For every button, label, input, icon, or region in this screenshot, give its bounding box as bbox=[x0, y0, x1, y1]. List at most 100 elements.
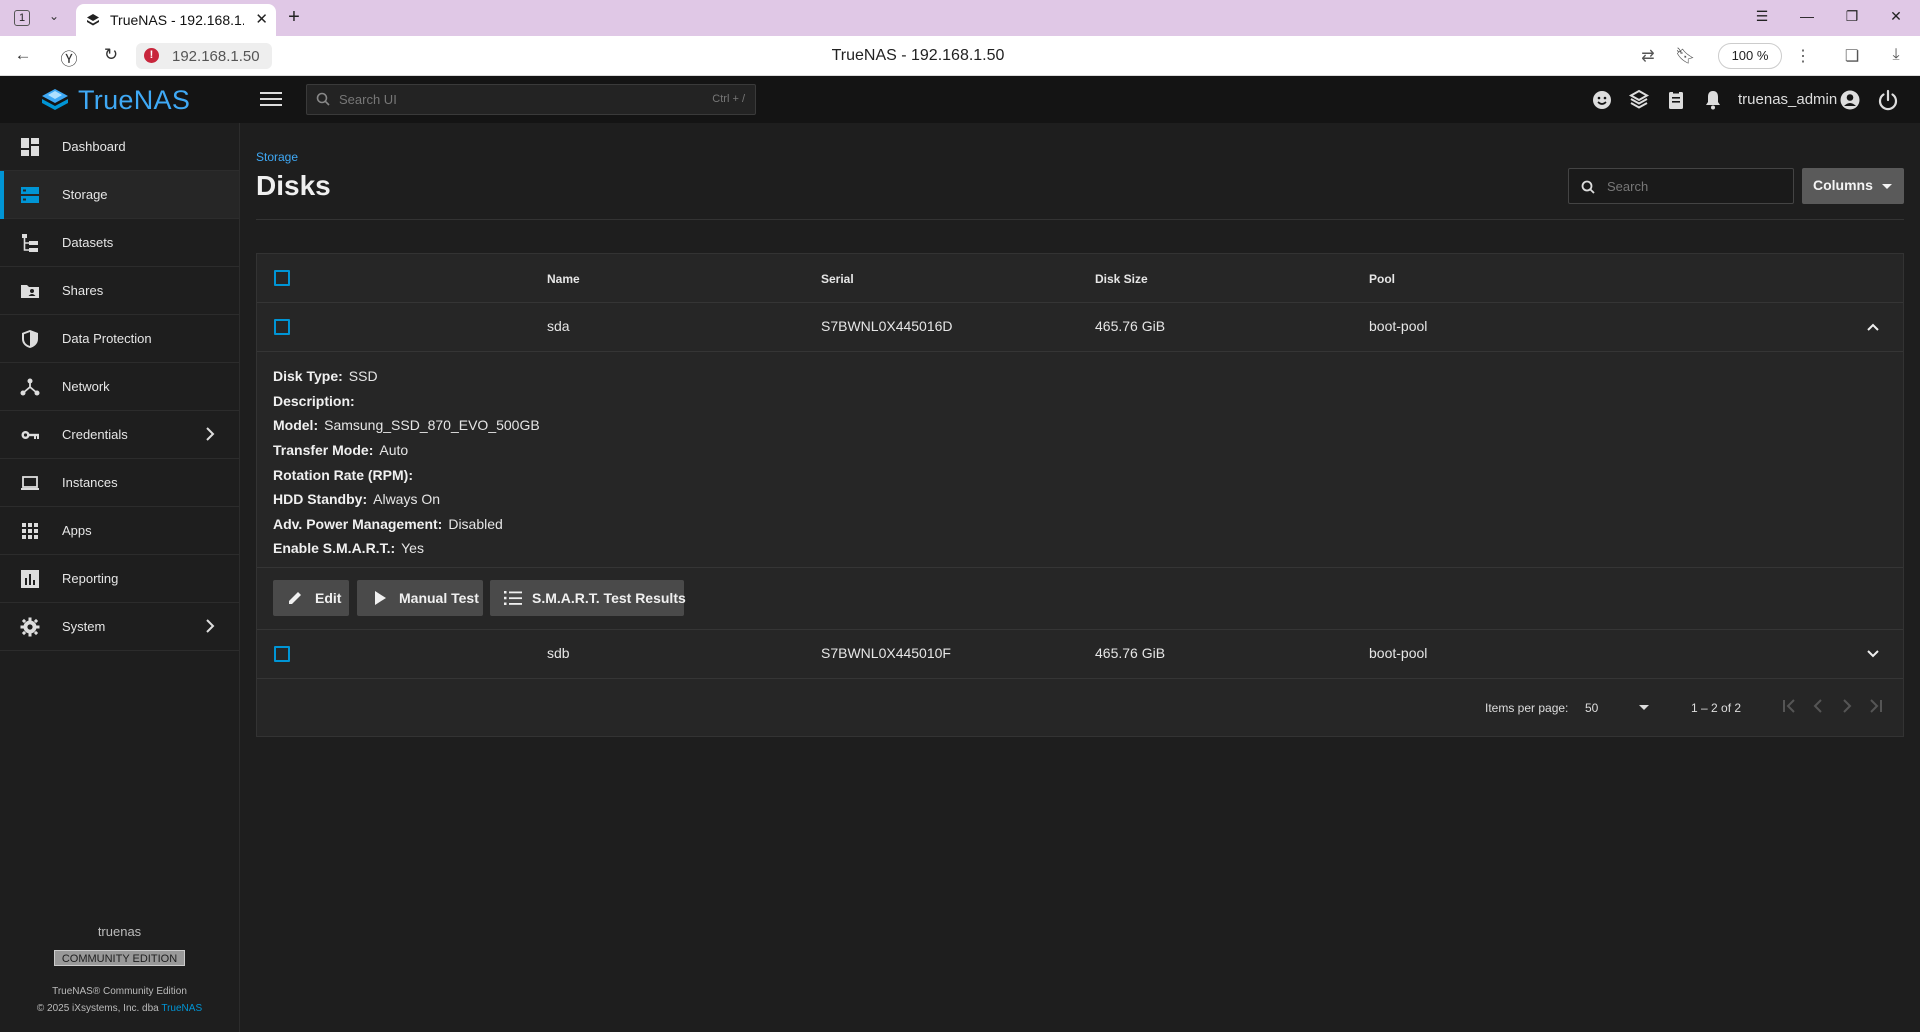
truecommand-icon[interactable] bbox=[1627, 88, 1651, 112]
download-icon[interactable]: ⤓ bbox=[1886, 46, 1906, 64]
row-divider bbox=[257, 678, 1903, 679]
manual-test-button[interactable]: Manual Test bbox=[357, 580, 483, 616]
tab-count-badge[interactable]: 1 bbox=[14, 10, 30, 26]
detail-label: Adv. Power Management: bbox=[273, 516, 443, 532]
detail-description: Description: bbox=[273, 393, 361, 409]
edit-label: Edit bbox=[315, 590, 342, 606]
minimize-icon[interactable]: — bbox=[1797, 8, 1817, 24]
columns-label: Columns bbox=[1813, 177, 1873, 193]
detail-label: Enable S.M.A.R.T.: bbox=[273, 540, 396, 556]
detail-label: Model: bbox=[273, 417, 319, 433]
translate-icon[interactable]: ⇄ bbox=[1638, 46, 1658, 66]
feedback-smiley-icon[interactable] bbox=[1590, 88, 1614, 112]
detail-value: Auto bbox=[379, 442, 409, 458]
sidebar-item-system[interactable]: System bbox=[0, 603, 239, 651]
smart-test-results-button[interactable]: S.M.A.R.T. Test Results bbox=[490, 580, 686, 616]
username-label[interactable]: truenas_admin bbox=[1738, 91, 1837, 108]
bookmark-icon[interactable]: 🔖︎ bbox=[1675, 46, 1695, 66]
detail-label: Disk Type: bbox=[273, 368, 343, 384]
cell-serial: S7BWNL0X445010F bbox=[821, 645, 951, 661]
disk-search-input[interactable]: Search bbox=[1568, 168, 1794, 204]
browser-tab[interactable]: TrueNAS - 192.168.1.50 ✕ bbox=[76, 4, 276, 36]
sidebar-item-label: Network bbox=[62, 379, 110, 394]
pagination-range: 1 – 2 of 2 bbox=[1691, 701, 1742, 715]
close-window-icon[interactable]: ✕ bbox=[1886, 8, 1906, 25]
notifications-bell-icon[interactable] bbox=[1701, 88, 1725, 112]
first-page-icon[interactable] bbox=[1777, 694, 1801, 718]
more-options-icon[interactable]: ⋮ bbox=[1793, 46, 1813, 66]
sidebar-item-network[interactable]: Network bbox=[0, 363, 239, 411]
sidebar: Dashboard Storage Datasets Shares Data P… bbox=[0, 123, 240, 1032]
sidebar-item-instances[interactable]: Instances bbox=[0, 459, 239, 507]
sidebar-item-credentials[interactable]: Credentials bbox=[0, 411, 239, 459]
laptop-icon bbox=[21, 476, 39, 490]
tab-close-icon[interactable]: ✕ bbox=[255, 10, 268, 28]
previous-page-icon[interactable] bbox=[1806, 694, 1830, 718]
cell-pool: boot-pool bbox=[1369, 645, 1428, 661]
columns-button[interactable]: Columns bbox=[1802, 168, 1904, 204]
items-per-page-select[interactable]: 50 bbox=[1585, 697, 1653, 719]
detail-adv-power-management: Adv. Power Management: Disabled bbox=[273, 516, 503, 532]
zoom-value: 100 % bbox=[1731, 48, 1769, 63]
sidebar-item-label: Reporting bbox=[62, 571, 119, 586]
sidebar-item-reporting[interactable]: Reporting bbox=[0, 555, 239, 603]
sidebar-item-storage[interactable]: Storage bbox=[0, 171, 239, 219]
copyright-text: © 2025 iXsystems, Inc. dba bbox=[36, 1003, 159, 1014]
sidebar-item-label: Instances bbox=[62, 475, 118, 490]
play-icon bbox=[375, 591, 386, 605]
truenas-logo[interactable]: TrueNAS bbox=[38, 85, 190, 116]
detail-enable-smart: Enable S.M.A.R.T.: Yes bbox=[273, 540, 424, 556]
edit-button[interactable]: Edit bbox=[273, 580, 349, 616]
account-circle-icon[interactable] bbox=[1838, 88, 1862, 112]
search-icon bbox=[1581, 180, 1595, 194]
storage-icon bbox=[21, 187, 39, 203]
new-tab-button[interactable]: + bbox=[282, 6, 306, 30]
browser-tab-bar: 1 ⌄ TrueNAS - 192.168.1.50 ✕ + ☰ — ❐ ✕ bbox=[0, 0, 1920, 36]
last-page-icon[interactable] bbox=[1864, 694, 1888, 718]
global-search-input[interactable]: Search UI Ctrl + / bbox=[306, 84, 756, 115]
shares-icon bbox=[21, 285, 39, 298]
pencil-icon bbox=[289, 592, 301, 604]
list-icon bbox=[504, 591, 522, 605]
tab-list-chevron-icon[interactable]: ⌄ bbox=[44, 9, 64, 27]
caret-down-icon bbox=[1882, 184, 1892, 189]
page-title-display: TrueNAS - 192.168.1.50 bbox=[831, 47, 1005, 64]
sidebar-item-apps[interactable]: Apps bbox=[0, 507, 239, 555]
zoom-indicator[interactable]: 100 % bbox=[1718, 43, 1782, 69]
manual-test-label: Manual Test bbox=[399, 590, 479, 606]
jobs-clipboard-icon[interactable] bbox=[1664, 88, 1688, 112]
next-page-icon[interactable] bbox=[1835, 694, 1859, 718]
power-icon[interactable] bbox=[1876, 88, 1900, 112]
apps-icon bbox=[22, 523, 38, 539]
datasets-icon bbox=[22, 234, 38, 252]
sidebar-item-dashboard[interactable]: Dashboard bbox=[0, 123, 239, 171]
expand-chevron-down-icon[interactable] bbox=[1865, 646, 1881, 662]
column-header-serial[interactable]: Serial bbox=[821, 272, 854, 286]
collections-icon[interactable]: ❏ bbox=[1842, 46, 1862, 66]
column-header-pool[interactable]: Pool bbox=[1369, 272, 1395, 286]
key-icon bbox=[21, 431, 39, 439]
sidebar-item-datasets[interactable]: Datasets bbox=[0, 219, 239, 267]
detail-value: Samsung_SSD_870_EVO_500GB bbox=[324, 417, 540, 433]
disks-table: Name Serial Disk Size Pool sda S7BWNL0X4… bbox=[256, 253, 1904, 737]
detail-model: Model: Samsung_SSD_870_EVO_500GB bbox=[273, 417, 540, 433]
cell-pool: boot-pool bbox=[1369, 318, 1428, 334]
column-header-disk-size[interactable]: Disk Size bbox=[1095, 272, 1148, 286]
restore-icon[interactable]: ❐ bbox=[1842, 8, 1862, 25]
row-checkbox[interactable] bbox=[274, 646, 290, 662]
truenas-link[interactable]: TrueNAS bbox=[161, 1003, 202, 1014]
detail-value: Disabled bbox=[448, 516, 503, 532]
app-header: TrueNAS Search UI Ctrl + / truenas_admin bbox=[0, 76, 1920, 123]
detail-label: HDD Standby: bbox=[273, 491, 368, 507]
select-all-checkbox[interactable] bbox=[274, 270, 290, 286]
sidebar-item-label: Dashboard bbox=[62, 139, 126, 154]
menu-toggle-button[interactable] bbox=[258, 88, 284, 110]
row-checkbox[interactable] bbox=[274, 319, 290, 335]
collapse-chevron-up-icon[interactable] bbox=[1865, 319, 1881, 335]
sidebar-item-data-protection[interactable]: Data Protection bbox=[0, 315, 239, 363]
sidebar-item-shares[interactable]: Shares bbox=[0, 267, 239, 315]
browser-menu-icon[interactable]: ☰ bbox=[1752, 8, 1772, 25]
column-header-name[interactable]: Name bbox=[547, 272, 580, 286]
breadcrumb[interactable]: Storage bbox=[256, 150, 298, 164]
tab-title: TrueNAS - 192.168.1.50 bbox=[110, 12, 244, 28]
